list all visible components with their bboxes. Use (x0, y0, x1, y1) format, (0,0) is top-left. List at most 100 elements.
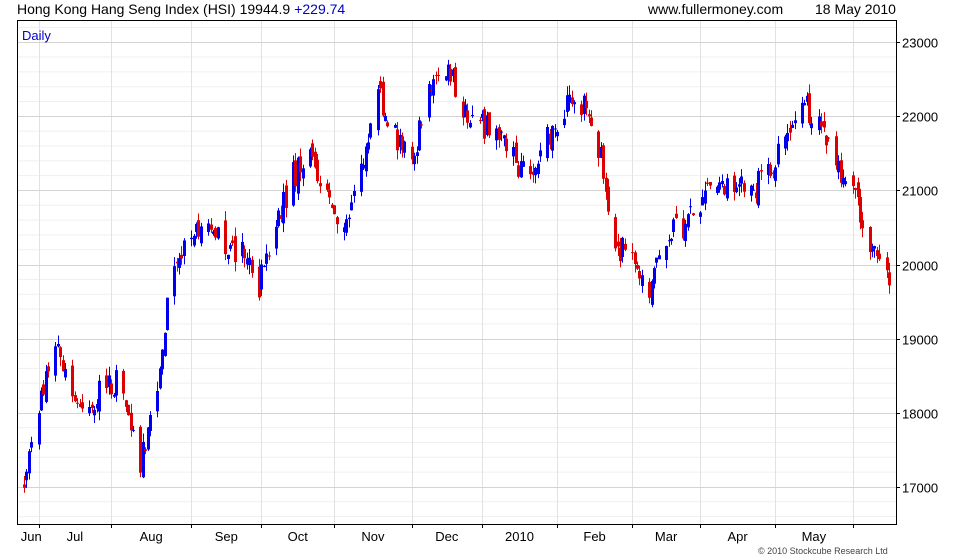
candle-body (505, 138, 508, 152)
candle-body (689, 206, 692, 208)
candle-body (823, 121, 826, 128)
candle-body (515, 142, 518, 163)
candle-body (655, 257, 658, 263)
candle-body (234, 236, 237, 263)
candle-body (130, 412, 133, 431)
candle-body (585, 100, 588, 109)
candle (377, 84, 380, 136)
candle-body (808, 93, 811, 123)
candle-body (718, 182, 721, 190)
y-tick-label: 19000 (902, 333, 938, 348)
candle-body (193, 235, 196, 246)
candle (277, 207, 280, 228)
candle-body (71, 365, 74, 397)
candle (483, 106, 486, 144)
candle-body (471, 114, 474, 116)
candle-body (161, 349, 164, 370)
candle-body (672, 219, 675, 233)
candle-body (413, 155, 416, 165)
candle-body (607, 186, 610, 212)
candle-body (556, 131, 559, 137)
x-tick-label: Jul (67, 529, 84, 544)
candle-body (757, 170, 760, 206)
candle-body (873, 246, 876, 249)
candle-body (384, 115, 387, 122)
candle-body (416, 152, 419, 156)
y-tick-label: 17000 (902, 481, 938, 496)
candle-body (634, 252, 637, 265)
candle-body (653, 268, 656, 284)
candle (757, 167, 760, 209)
candle-body (774, 167, 777, 181)
y-tick-label: 18000 (902, 407, 938, 422)
y-tick-label: 20000 (902, 259, 938, 274)
candle-body (590, 117, 593, 126)
candle-body (217, 227, 220, 239)
candle-body (534, 167, 537, 176)
candle-body (28, 451, 31, 474)
candle-body (98, 380, 101, 412)
candle-body (738, 184, 741, 187)
candle-body (420, 124, 423, 126)
candle-body (488, 112, 491, 136)
candle-body (483, 109, 486, 139)
candle-body (403, 141, 406, 153)
candle-body (614, 217, 617, 249)
candle-body (479, 120, 482, 122)
candle-body (888, 272, 891, 286)
candle-body (345, 219, 348, 233)
candle-body (326, 183, 329, 190)
candle-body (551, 125, 554, 151)
y-tick-label: 23000 (902, 36, 938, 51)
candle-body (760, 170, 763, 172)
candle (139, 425, 142, 478)
candle-body (210, 224, 213, 230)
candle (333, 205, 336, 215)
candle (369, 122, 372, 140)
candle-body (617, 241, 620, 247)
candle-body (248, 257, 251, 265)
candle-body (64, 369, 67, 378)
candle-body (641, 275, 644, 286)
candle-body (512, 147, 515, 157)
candle-body (825, 135, 828, 146)
candle-body (709, 182, 712, 186)
candle-body (740, 176, 743, 184)
candle-body (752, 189, 755, 191)
candle-body (624, 243, 627, 250)
candle-body (735, 187, 738, 193)
x-tick-label: Sep (215, 529, 238, 544)
candle-body (299, 156, 302, 173)
candle-body (81, 402, 84, 409)
candle-body (265, 253, 268, 264)
candle-body (675, 213, 678, 218)
candle-body (554, 128, 557, 130)
candle-body (277, 210, 280, 227)
candle-body (197, 220, 200, 237)
candle-body (704, 190, 707, 204)
candle-body (445, 76, 448, 81)
candle-body (105, 375, 108, 389)
x-tick-label: May (802, 529, 827, 544)
candle-body (498, 127, 501, 140)
candle (217, 226, 220, 240)
candle-body (636, 264, 639, 269)
candle-body (88, 407, 91, 414)
candle-body (602, 145, 605, 179)
candle-body (597, 131, 600, 158)
candle-body (886, 257, 889, 271)
x-tick-label: Feb (583, 529, 605, 544)
copyright-notice: © 2010 Stockcube Research Ltd (758, 546, 888, 556)
candle-body (801, 102, 804, 124)
candle-body (529, 166, 532, 175)
candle-body (180, 254, 183, 259)
candle-body (57, 343, 60, 347)
candle-body (156, 390, 159, 412)
candle-body (546, 126, 549, 159)
candle-body (369, 123, 372, 138)
candle (602, 143, 605, 184)
candle-body (282, 191, 285, 224)
candle-body (47, 366, 50, 372)
candle-body (449, 68, 452, 82)
candle-body (469, 122, 472, 128)
